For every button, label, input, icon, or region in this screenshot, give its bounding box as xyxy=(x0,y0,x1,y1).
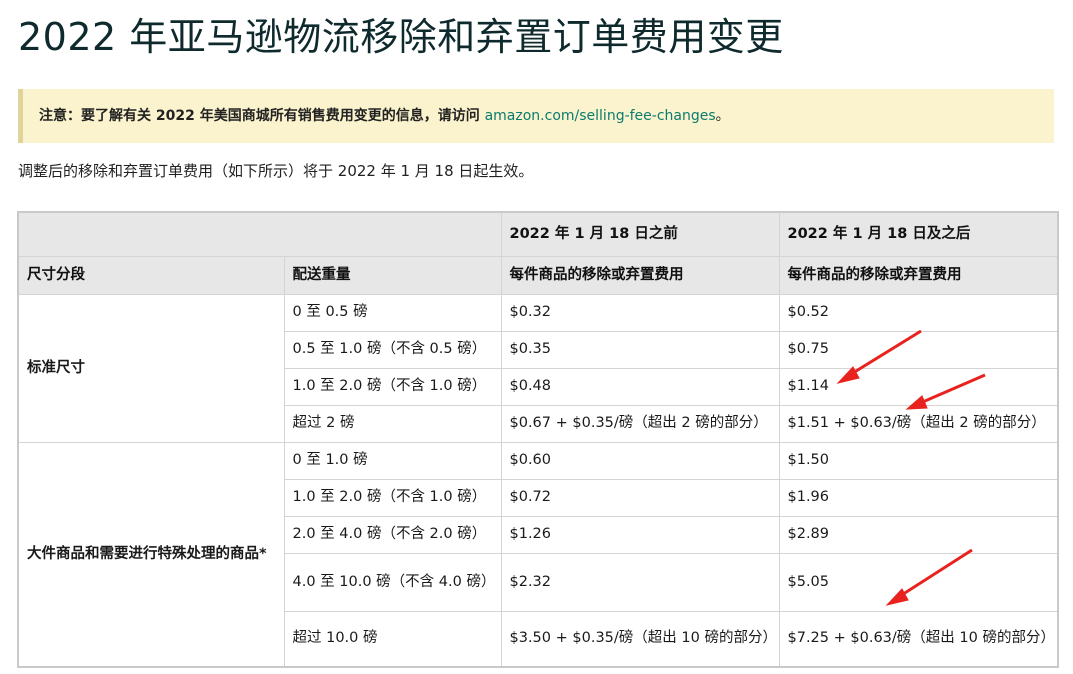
fee-after-cell: $1.14 xyxy=(778,367,1059,406)
fee-after-cell: $2.89 xyxy=(778,515,1059,554)
weight-cell: 超过 2 磅 xyxy=(283,404,502,443)
notice-banner: 注意：要了解有关 2022 年美国商城所有销售费用变更的信息，请访问 amazo… xyxy=(18,89,1054,143)
weight-cell: 4.0 至 10.0 磅（不含 4.0 磅） xyxy=(283,552,502,612)
header-after-date: 2022 年 1 月 18 日及之后 xyxy=(778,211,1059,257)
notice-suffix: 。 xyxy=(715,108,730,124)
fee-after-cell: $5.05 xyxy=(778,552,1059,612)
weight-cell: 超过 10.0 磅 xyxy=(283,610,502,668)
fee-before-cell: $0.32 xyxy=(500,293,780,332)
header-fee-after: 每件商品的移除或弃置费用 xyxy=(778,255,1059,295)
header-before-date: 2022 年 1 月 18 日之前 xyxy=(500,211,780,257)
notice-text: 要了解有关 2022 年美国商城所有销售费用变更的信息，请访问 xyxy=(81,108,485,124)
size-tier-standard: 标准尺寸 xyxy=(17,293,285,443)
fee-after-cell: $0.52 xyxy=(778,293,1059,332)
weight-cell: 1.0 至 2.0 磅（不含 1.0 磅） xyxy=(283,478,502,517)
header-shipping-weight: 配送重量 xyxy=(283,255,502,295)
fee-after-cell: $1.96 xyxy=(778,478,1059,517)
header-blank xyxy=(17,211,502,257)
table-row: 大件商品和需要进行特殊处理的商品* 0 至 1.0 磅 $0.60 $1.50 xyxy=(17,441,1059,668)
table-row: 标准尺寸 0 至 0.5 磅 $0.32 $0.52 xyxy=(17,293,1059,443)
size-tier-oversize: 大件商品和需要进行特殊处理的商品* xyxy=(17,441,285,668)
weight-cell: 0 至 1.0 磅 xyxy=(283,441,502,480)
header-size-tier: 尺寸分段 xyxy=(17,255,285,295)
selling-fee-changes-link[interactable]: amazon.com/selling-fee-changes xyxy=(485,108,716,124)
fee-before-cell: $0.60 xyxy=(500,441,780,480)
header-fee-before: 每件商品的移除或弃置费用 xyxy=(500,255,780,295)
fee-before-cell: $3.50 + $0.35/磅（超出 10 磅的部分） xyxy=(500,610,780,668)
weight-cell: 0.5 至 1.0 磅（不含 0.5 磅） xyxy=(283,330,502,369)
fee-before-cell: $2.32 xyxy=(500,552,780,612)
fee-after-cell: $1.50 xyxy=(778,441,1059,480)
fee-after-cell: $7.25 + $0.63/磅（超出 10 磅的部分） xyxy=(778,610,1059,668)
fee-after-cell: $1.51 + $0.63/磅（超出 2 磅的部分） xyxy=(778,404,1059,443)
fee-before-cell: $0.67 + $0.35/磅（超出 2 磅的部分） xyxy=(500,404,780,443)
weight-cell: 2.0 至 4.0 磅（不含 2.0 磅） xyxy=(283,515,502,554)
table-header-row-dates: 2022 年 1 月 18 日之前 2022 年 1 月 18 日及之后 xyxy=(17,211,1059,257)
fee-before-cell: $0.48 xyxy=(500,367,780,406)
page-title: 2022 年亚马逊物流移除和弃置订单费用变更 xyxy=(18,15,784,59)
fee-before-cell: $0.72 xyxy=(500,478,780,517)
fee-table: 2022 年 1 月 18 日之前 2022 年 1 月 18 日及之后 尺寸分… xyxy=(17,211,1059,668)
weight-cell: 0 至 0.5 磅 xyxy=(283,293,502,332)
intro-text: 调整后的移除和弃置订单费用（如下所示）将于 2022 年 1 月 18 日起生效… xyxy=(18,162,534,180)
fee-before-cell: $0.35 xyxy=(500,330,780,369)
fee-before-cell: $1.26 xyxy=(500,515,780,554)
table-header-row-columns: 尺寸分段 配送重量 每件商品的移除或弃置费用 每件商品的移除或弃置费用 xyxy=(17,255,1059,295)
weight-cell: 1.0 至 2.0 磅（不含 1.0 磅） xyxy=(283,367,502,406)
fee-after-cell: $0.75 xyxy=(778,330,1059,369)
notice-label: 注意： xyxy=(39,108,81,124)
